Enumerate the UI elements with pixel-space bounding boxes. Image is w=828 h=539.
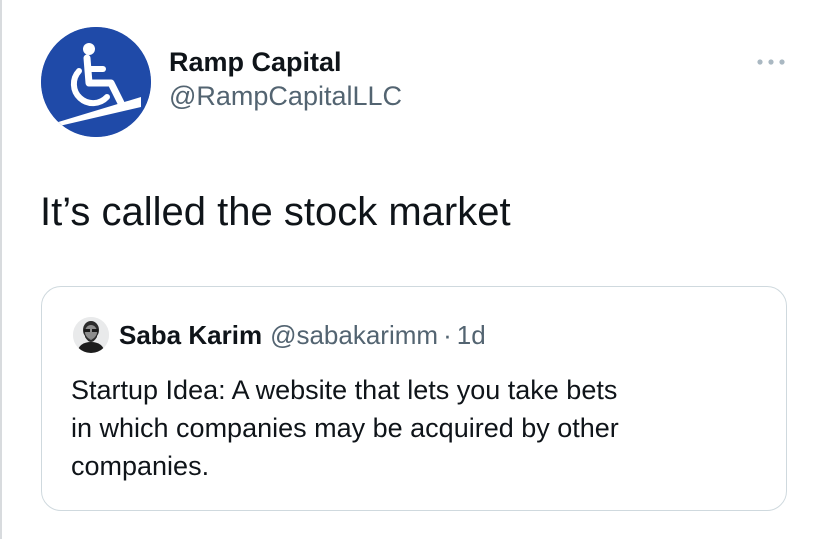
more-dots-icon bbox=[757, 59, 785, 65]
quoted-author-handle[interactable]: @sabakarimm bbox=[270, 320, 438, 351]
author-handle[interactable]: @RampCapitalLLC bbox=[169, 79, 402, 113]
window-edge bbox=[0, 0, 2, 539]
quoted-tweet-card[interactable]: Saba Karim @sabakarimm · 1d Startup Idea… bbox=[41, 286, 787, 511]
author-info: Ramp Capital @RampCapitalLLC bbox=[169, 45, 402, 113]
quoted-tweet-text-line: companies. bbox=[71, 451, 210, 481]
quoted-tweet-text-line: Startup Idea: A website that lets you ta… bbox=[71, 375, 618, 405]
header-separator: · bbox=[443, 319, 452, 350]
author-avatar[interactable] bbox=[41, 27, 151, 137]
quoted-tweet-header: Saba Karim @sabakarimm · 1d bbox=[73, 317, 486, 353]
quoted-author-display-name[interactable]: Saba Karim bbox=[119, 320, 262, 351]
wheelchair-ramp-icon bbox=[41, 27, 151, 137]
quoted-tweet-text-line: in which companies may be acquired by ot… bbox=[71, 413, 619, 443]
quoted-tweet-timestamp[interactable]: 1d bbox=[457, 320, 486, 351]
quoted-author-avatar[interactable] bbox=[73, 317, 109, 353]
more-options-button[interactable] bbox=[749, 47, 793, 77]
author-display-name[interactable]: Ramp Capital bbox=[169, 45, 402, 79]
tweet-text: It’s called the stock market bbox=[40, 190, 511, 234]
quoted-tweet-text: Startup Idea: A website that lets you ta… bbox=[71, 371, 761, 485]
person-avatar-icon bbox=[73, 317, 109, 353]
